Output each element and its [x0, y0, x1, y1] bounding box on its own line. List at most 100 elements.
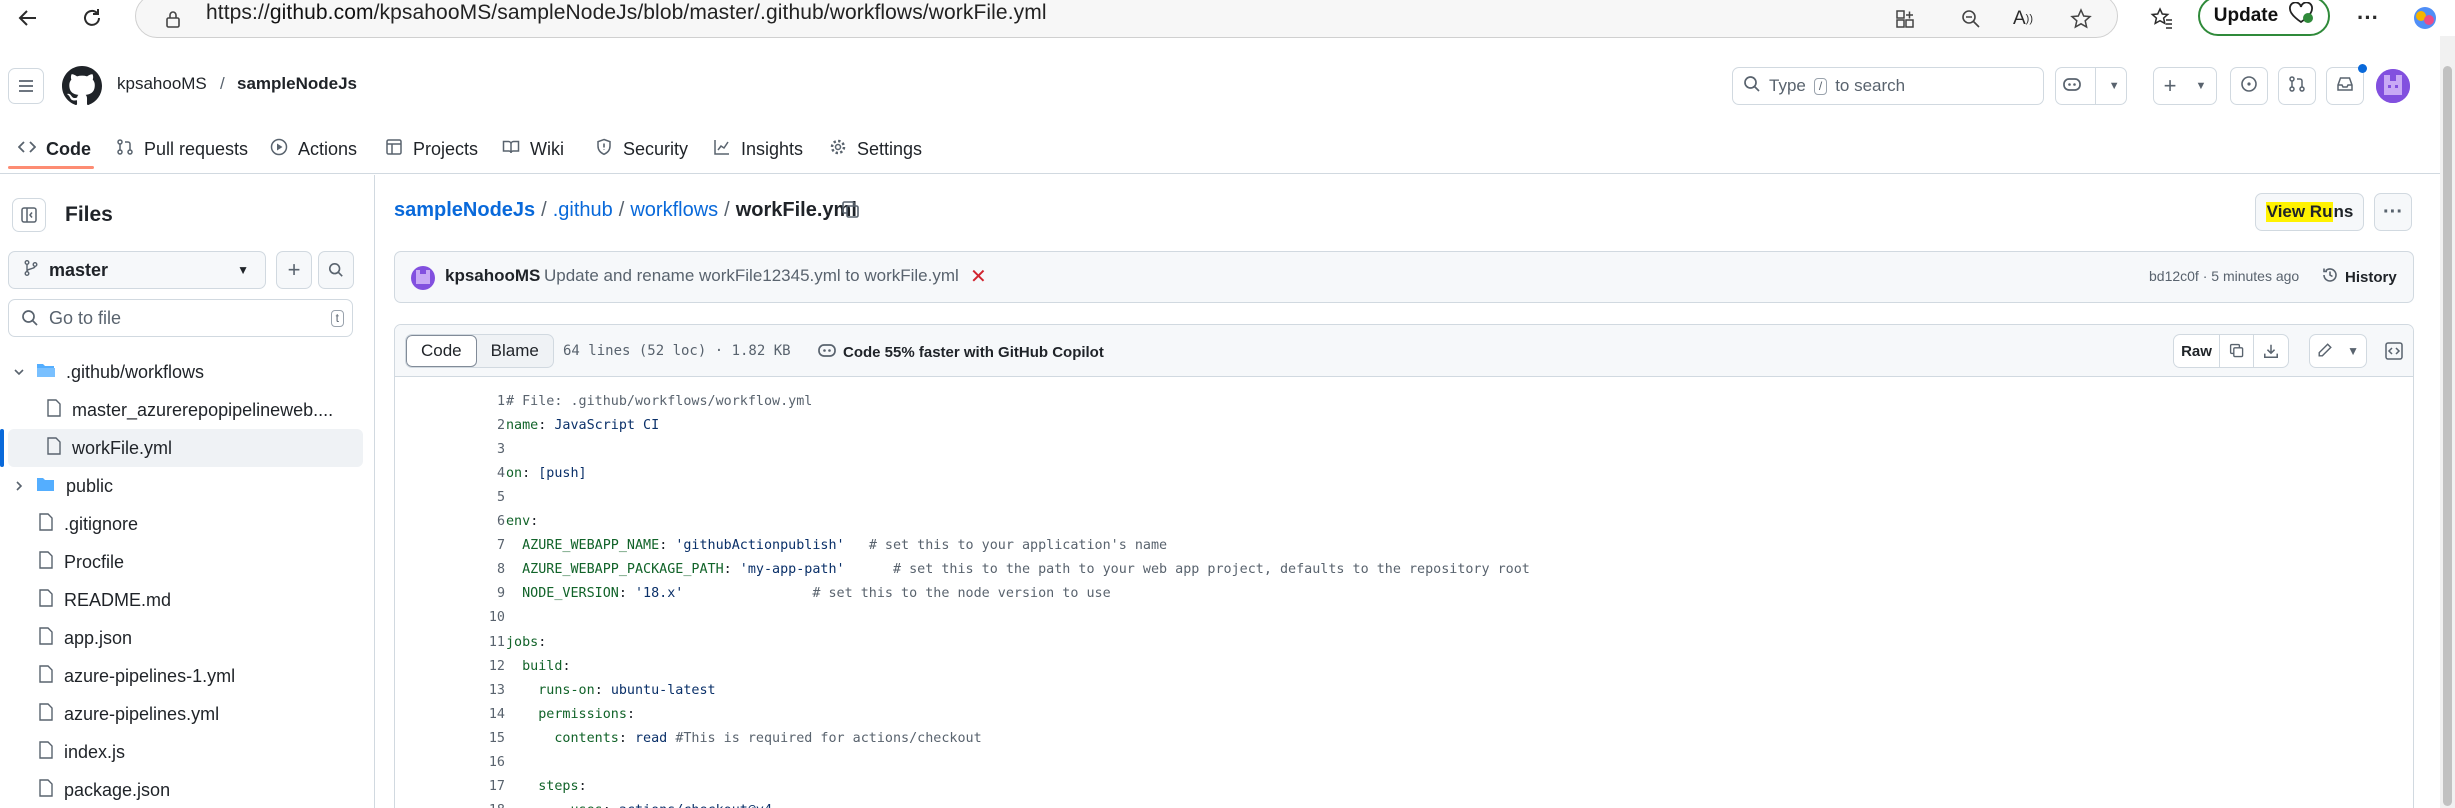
tab-pull-requests[interactable]: Pull requests: [116, 134, 248, 164]
line-number[interactable]: 14: [395, 707, 505, 722]
line-number[interactable]: 4: [395, 466, 505, 481]
search-files-button[interactable]: [318, 251, 354, 289]
tree-file-app-json[interactable]: app.json: [8, 619, 363, 657]
page-scrollbar[interactable]: [2440, 36, 2455, 808]
tree-file-procfile[interactable]: Procfile: [8, 543, 363, 581]
tree-item-label: index.js: [64, 741, 126, 762]
download-button[interactable]: [2254, 335, 2288, 367]
tree-file-readme[interactable]: README.md: [8, 581, 363, 619]
inbox-button[interactable]: [2326, 64, 2367, 105]
tree-file-gitignore[interactable]: .gitignore: [8, 505, 363, 543]
tab-settings[interactable]: Settings: [829, 134, 922, 164]
history-button[interactable]: History: [2321, 266, 2397, 288]
edit-file-button[interactable]: ▼: [2309, 334, 2367, 368]
line-number[interactable]: 15: [395, 731, 505, 746]
tree-file-package-json[interactable]: package.json: [8, 771, 363, 808]
copilot-menu-button[interactable]: ▼: [2055, 67, 2127, 105]
code-line: 14 permissions:: [395, 702, 635, 726]
line-number[interactable]: 10: [395, 610, 505, 625]
tree-file-workfile-yml[interactable]: workFile.yml: [8, 429, 363, 467]
repo-owner-link[interactable]: kpsahooMS: [117, 74, 207, 94]
line-number[interactable]: 11: [395, 635, 505, 650]
chevron-down-icon: [8, 366, 30, 378]
apps-icon[interactable]: [1888, 1, 1922, 37]
tree-file-index-js[interactable]: index.js: [8, 733, 363, 771]
github-logo-icon[interactable]: [62, 66, 102, 111]
breadcrumb-repo-link[interactable]: sampleNodeJs: [394, 199, 535, 221]
check-failed-icon[interactable]: ✕: [970, 264, 987, 289]
more-options-button[interactable]: ···: [2374, 193, 2412, 231]
tab-code[interactable]: Code: [17, 134, 91, 164]
tab-actions[interactable]: Actions: [270, 134, 357, 164]
line-number[interactable]: 1: [395, 394, 505, 409]
copilot-promo-label: Code 55% faster with GitHub Copilot: [843, 343, 1104, 361]
hamburger-menu-button[interactable]: [8, 68, 44, 104]
tab-security[interactable]: Security: [595, 134, 688, 164]
breadcrumb-workflows-link[interactable]: workflows: [630, 199, 718, 221]
play-icon: [270, 138, 288, 161]
lock-icon[interactable]: [158, 1, 188, 37]
tab-insights[interactable]: Insights: [713, 134, 803, 164]
code-line: 5: [395, 485, 505, 509]
tree-file-master-azurerepopipeline[interactable]: master_azurerepopipelineweb....: [8, 391, 363, 429]
zoom-out-icon[interactable]: [1954, 1, 1988, 37]
line-number[interactable]: 7: [395, 538, 505, 553]
search-input[interactable]: Type / to search: [1732, 67, 2044, 105]
read-aloud-icon[interactable]: A)): [2006, 1, 2040, 37]
create-new-button[interactable]: + ▼: [2153, 67, 2217, 105]
copilot-promo[interactable]: Code 55% faster with GitHub Copilot: [817, 341, 1104, 363]
blame-view-tab[interactable]: Blame: [477, 335, 553, 367]
favorite-star-icon[interactable]: [2064, 1, 2098, 37]
back-icon[interactable]: [10, 0, 46, 36]
collapse-sidebar-button[interactable]: [12, 198, 46, 232]
tree-file-azure-pipelines[interactable]: azure-pipelines.yml: [8, 695, 363, 733]
commit-author-avatar[interactable]: [411, 266, 435, 290]
line-number[interactable]: 5: [395, 490, 505, 505]
favorites-icon[interactable]: [2144, 0, 2180, 36]
copilot-browser-icon[interactable]: [2410, 0, 2440, 36]
tree-file-azure-pipelines-1[interactable]: azure-pipelines-1.yml: [8, 657, 363, 695]
browser-update-button[interactable]: Update: [2198, 0, 2330, 36]
code-view-tab[interactable]: Code: [406, 335, 477, 367]
browser-menu-icon[interactable]: ···: [2350, 0, 2386, 36]
repo-name-link[interactable]: sampleNodeJs: [237, 74, 357, 94]
user-avatar[interactable]: [2376, 69, 2410, 103]
repository-navigation: [0, 120, 2440, 174]
go-to-file-input[interactable]: Go to file t: [8, 299, 353, 337]
url-text[interactable]: https://github.com/kpsahooMS/sampleNodeJ…: [206, 1, 1047, 25]
line-number[interactable]: 8: [395, 562, 505, 577]
go-to-file-shortcut-key: t: [330, 309, 344, 327]
line-number[interactable]: 6: [395, 514, 505, 529]
line-number[interactable]: 17: [395, 779, 505, 794]
graph-icon: [713, 138, 731, 161]
chevron-down-icon: ▼: [237, 263, 249, 277]
add-file-button[interactable]: +: [276, 251, 312, 289]
refresh-icon[interactable]: [74, 0, 110, 36]
line-number[interactable]: 2: [395, 418, 505, 433]
symbols-panel-button[interactable]: [2377, 334, 2411, 368]
issues-button[interactable]: [2230, 67, 2268, 105]
line-number[interactable]: 13: [395, 683, 505, 698]
line-number[interactable]: 9: [395, 586, 505, 601]
address-bar[interactable]: https://github.com/kpsahooMS/sampleNodeJ…: [135, 0, 2118, 38]
commit-sha-time[interactable]: bd12c0f · 5 minutes ago: [2149, 268, 2299, 284]
raw-button[interactable]: Raw: [2174, 335, 2220, 367]
breadcrumb-github-link[interactable]: .github: [553, 199, 613, 221]
tree-folder-public[interactable]: public: [8, 467, 363, 505]
line-number[interactable]: 16: [395, 755, 505, 770]
commit-author[interactable]: kpsahooMS: [445, 266, 540, 286]
pull-requests-button[interactable]: [2278, 67, 2316, 105]
line-number[interactable]: 3: [395, 442, 505, 457]
view-runs-button[interactable]: View Ru ns: [2255, 193, 2364, 231]
scrollbar-thumb[interactable]: [2443, 66, 2452, 806]
line-number[interactable]: 18: [395, 803, 505, 808]
commit-message[interactable]: Update and rename workFile12345.yml to w…: [544, 266, 959, 286]
line-number[interactable]: 12: [395, 659, 505, 674]
copy-path-icon[interactable]: [841, 200, 861, 225]
branch-selector[interactable]: master ▼: [8, 251, 266, 289]
copy-raw-button[interactable]: [2220, 335, 2254, 367]
tab-projects[interactable]: Projects: [385, 134, 478, 164]
tree-folder-github-workflows[interactable]: .github/workflows: [8, 353, 363, 391]
tab-wiki[interactable]: Wiki: [502, 134, 564, 164]
file-icon: [38, 626, 54, 650]
